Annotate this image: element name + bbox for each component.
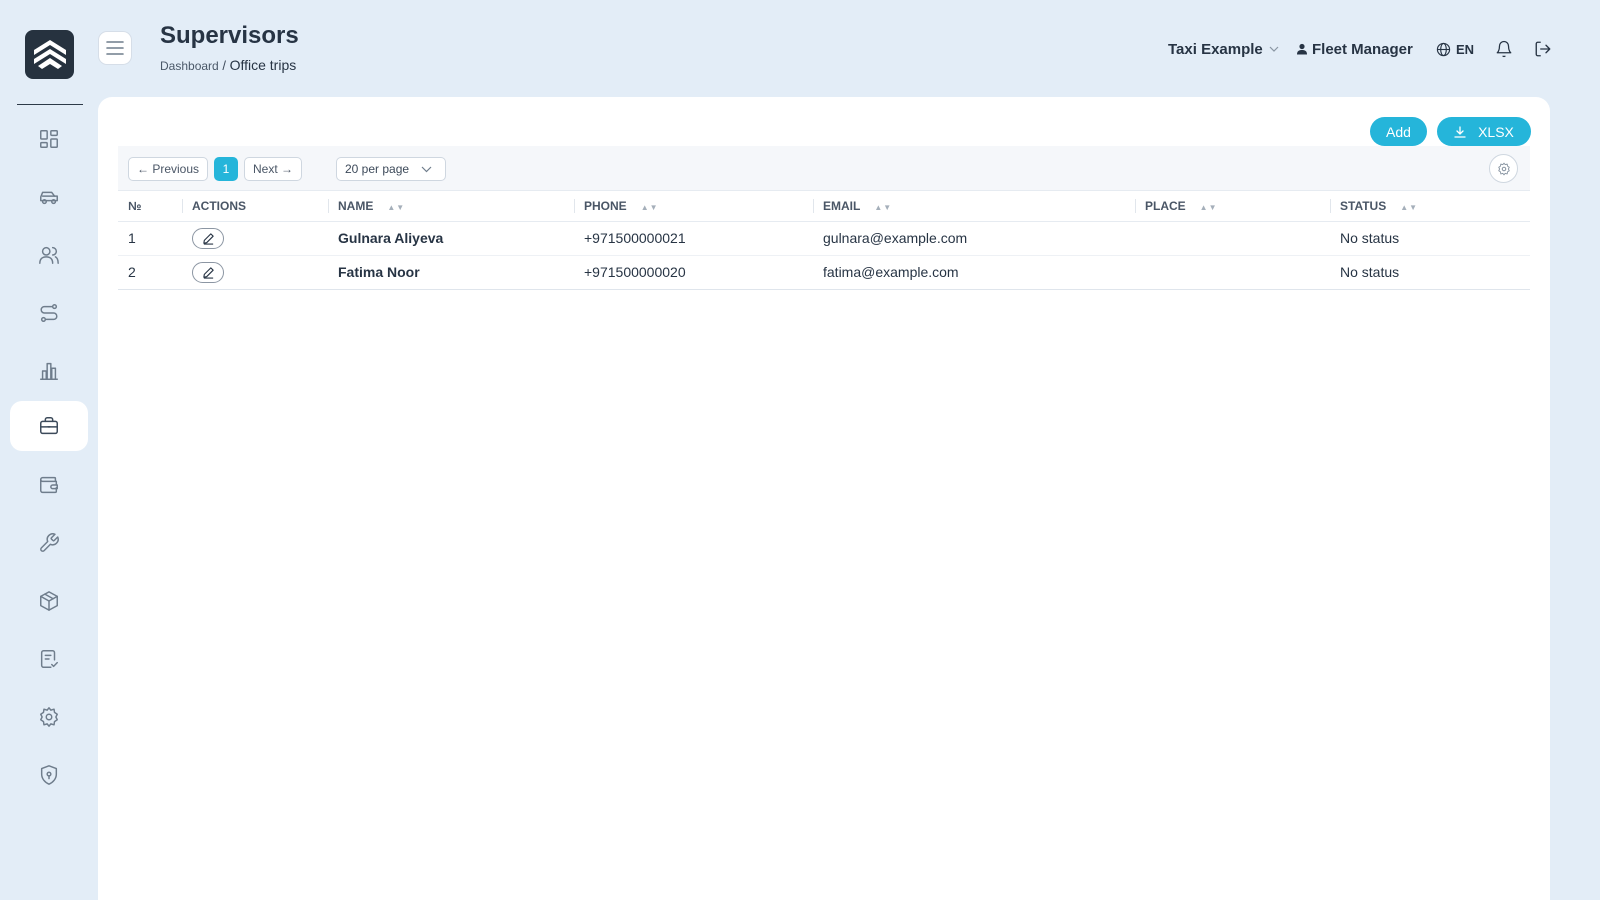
supervisors-table: № ACTIONS NAME ▲▼ PHONE ▲▼ EMAIL ▲▼ PLACE ▲▼… bbox=[118, 191, 1530, 290]
chevron-down-icon bbox=[1269, 46, 1279, 52]
pencil-icon bbox=[202, 232, 214, 245]
language-code: EN bbox=[1456, 41, 1475, 57]
wrench-icon bbox=[40, 533, 59, 552]
breadcrumb-current: Office trips bbox=[229, 57, 297, 73]
row-place bbox=[1135, 221, 1330, 256]
user-name: Fleet Manager bbox=[1312, 40, 1413, 58]
export-xlsx-button[interactable]: XLSX bbox=[1437, 117, 1531, 146]
gear-icon bbox=[1497, 162, 1510, 175]
per-page-value: 20 per page bbox=[345, 162, 410, 176]
users-icon bbox=[39, 246, 59, 264]
row-place bbox=[1135, 255, 1330, 290]
column-header-email[interactable]: EMAIL ▲▼ bbox=[813, 191, 1135, 222]
breadcrumb-separator: / bbox=[222, 58, 226, 73]
car-icon bbox=[40, 191, 58, 205]
user-menu[interactable]: Fleet Manager bbox=[1296, 38, 1413, 60]
row-status: No status bbox=[1330, 221, 1530, 256]
user-icon bbox=[1297, 43, 1307, 55]
route-icon bbox=[40, 304, 58, 322]
row-actions bbox=[182, 221, 328, 256]
sidebar-item-reports[interactable] bbox=[10, 346, 88, 396]
company-selector[interactable]: Taxi Example bbox=[1168, 38, 1279, 60]
page-title: Supervisors bbox=[160, 22, 299, 49]
shield-icon bbox=[40, 765, 58, 785]
package-icon bbox=[40, 591, 58, 611]
table-settings-button[interactable] bbox=[1489, 154, 1518, 183]
row-status: No status bbox=[1330, 255, 1530, 290]
checklist-icon bbox=[40, 650, 58, 668]
table-toolbar: ← Previous 1 Next → 20 per page bbox=[118, 146, 1530, 191]
sidebar-item-maintenance[interactable] bbox=[10, 518, 88, 568]
bell-icon bbox=[1496, 40, 1512, 58]
briefcase-icon bbox=[40, 417, 58, 435]
add-button[interactable]: Add bbox=[1370, 117, 1427, 146]
wallet-icon bbox=[40, 476, 58, 494]
row-number: 2 bbox=[118, 255, 182, 290]
download-icon bbox=[1454, 125, 1466, 138]
row-email: gulnara@example.com bbox=[813, 221, 1135, 256]
sidebar bbox=[0, 0, 96, 900]
per-page-select[interactable]: 20 per page bbox=[336, 157, 446, 181]
sidebar-item-dashboard[interactable] bbox=[10, 114, 88, 164]
column-header-actions: ACTIONS bbox=[182, 191, 328, 222]
sidebar-item-security[interactable] bbox=[10, 750, 88, 800]
gear-icon bbox=[40, 707, 58, 727]
menu-toggle-button[interactable] bbox=[98, 31, 132, 65]
language-selector[interactable]: EN bbox=[1436, 38, 1474, 60]
table-row: 2 Fatima Noor +971500000020 fatima@examp… bbox=[118, 255, 1530, 290]
sidebar-item-office-trips[interactable] bbox=[10, 401, 88, 451]
row-phone: +971500000020 bbox=[574, 255, 813, 290]
column-header-number: № bbox=[118, 191, 182, 222]
logo-chevrons-icon bbox=[33, 39, 66, 69]
next-page-button[interactable]: Next → bbox=[244, 157, 302, 181]
sort-icon[interactable]: ▲▼ bbox=[874, 203, 892, 212]
column-header-name[interactable]: NAME ▲▼ bbox=[328, 191, 574, 222]
chevron-down-icon bbox=[421, 166, 432, 172]
sidebar-item-finance[interactable] bbox=[10, 460, 88, 510]
row-number: 1 bbox=[118, 221, 182, 256]
sidebar-item-routes[interactable] bbox=[10, 288, 88, 338]
pencil-icon bbox=[202, 266, 214, 279]
chart-icon bbox=[40, 362, 58, 380]
company-name: Taxi Example bbox=[1168, 40, 1263, 58]
globe-icon bbox=[1436, 42, 1451, 56]
column-header-phone[interactable]: PHONE ▲▼ bbox=[574, 191, 813, 222]
dashboard-icon bbox=[40, 130, 58, 148]
logout-icon bbox=[1535, 41, 1551, 57]
sidebar-divider bbox=[17, 104, 83, 105]
logout-button[interactable] bbox=[1532, 38, 1554, 60]
sidebar-item-inventory[interactable] bbox=[10, 576, 88, 626]
row-name: Fatima Noor bbox=[328, 255, 574, 290]
column-header-place[interactable]: PLACE ▲▼ bbox=[1135, 191, 1330, 222]
previous-page-button[interactable]: ← Previous bbox=[128, 157, 208, 181]
sort-icon[interactable]: ▲▼ bbox=[1200, 203, 1218, 212]
table-header-row: № ACTIONS NAME ▲▼ PHONE ▲▼ EMAIL ▲▼ PLACE ▲▼… bbox=[118, 191, 1530, 222]
sidebar-item-tasks[interactable] bbox=[10, 634, 88, 684]
row-actions bbox=[182, 255, 328, 290]
sidebar-item-vehicles[interactable] bbox=[10, 172, 88, 222]
sort-icon[interactable]: ▲▼ bbox=[1400, 203, 1418, 212]
sort-icon[interactable]: ▲▼ bbox=[387, 203, 405, 212]
sidebar-item-users[interactable] bbox=[10, 230, 88, 280]
breadcrumb: Dashboard / Office trips bbox=[160, 57, 296, 73]
column-header-status[interactable]: STATUS ▲▼ bbox=[1330, 191, 1530, 222]
notifications-button[interactable] bbox=[1493, 38, 1515, 60]
sort-icon[interactable]: ▲▼ bbox=[641, 203, 659, 212]
content-card: Add XLSX ← Previous 1 Next → 20 per page… bbox=[98, 97, 1550, 900]
sidebar-item-settings[interactable] bbox=[10, 692, 88, 742]
row-email: fatima@example.com bbox=[813, 255, 1135, 290]
edit-button[interactable] bbox=[192, 261, 224, 283]
row-phone: +971500000021 bbox=[574, 221, 813, 256]
page-1-button[interactable]: 1 bbox=[214, 157, 238, 181]
export-xlsx-label: XLSX bbox=[1478, 123, 1514, 140]
hamburger-icon bbox=[106, 41, 124, 55]
breadcrumb-dashboard-link[interactable]: Dashboard bbox=[160, 59, 219, 73]
app-logo[interactable] bbox=[25, 30, 74, 79]
table-row: 1 Gulnara Aliyeva +971500000021 gulnara@… bbox=[118, 221, 1530, 256]
row-name: Gulnara Aliyeva bbox=[328, 221, 574, 256]
edit-button[interactable] bbox=[192, 227, 224, 249]
